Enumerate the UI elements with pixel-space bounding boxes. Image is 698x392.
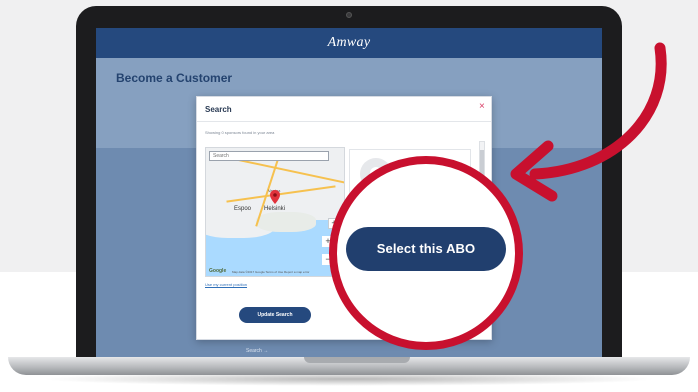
map[interactable]: Vantaa Espoo Helsinki + + − Google Map d… <box>205 147 345 277</box>
close-icon[interactable]: × <box>479 102 485 112</box>
map-road <box>226 185 336 203</box>
map-label-espoo: Espoo <box>234 206 252 212</box>
select-abo-button[interactable]: Select this ABO <box>346 227 506 271</box>
results-count-text: Showing 0 sponsors found in your area <box>205 130 275 135</box>
modal-divider <box>197 121 491 122</box>
camera-icon <box>346 12 352 18</box>
page-title: Become a Customer <box>116 71 233 85</box>
map-label-helsinki: Helsinki <box>264 206 286 212</box>
update-search-button[interactable]: Update Search <box>239 307 311 323</box>
google-logo: Google <box>209 268 227 274</box>
search-link[interactable]: Search → <box>246 348 268 354</box>
map-footer: Map data ©2017 Google Terms of Use Repor… <box>232 270 310 274</box>
map-search-input[interactable] <box>209 151 329 161</box>
use-current-position-link[interactable]: Use my current position <box>205 282 247 287</box>
modal-title: Search <box>205 105 232 114</box>
laptop-notch <box>304 357 410 363</box>
laptop-base <box>8 357 690 375</box>
site-header: Amway <box>96 28 602 58</box>
amway-logo[interactable]: Amway <box>328 35 371 51</box>
map-pin-icon[interactable] <box>270 190 280 204</box>
map-land <box>256 212 316 232</box>
